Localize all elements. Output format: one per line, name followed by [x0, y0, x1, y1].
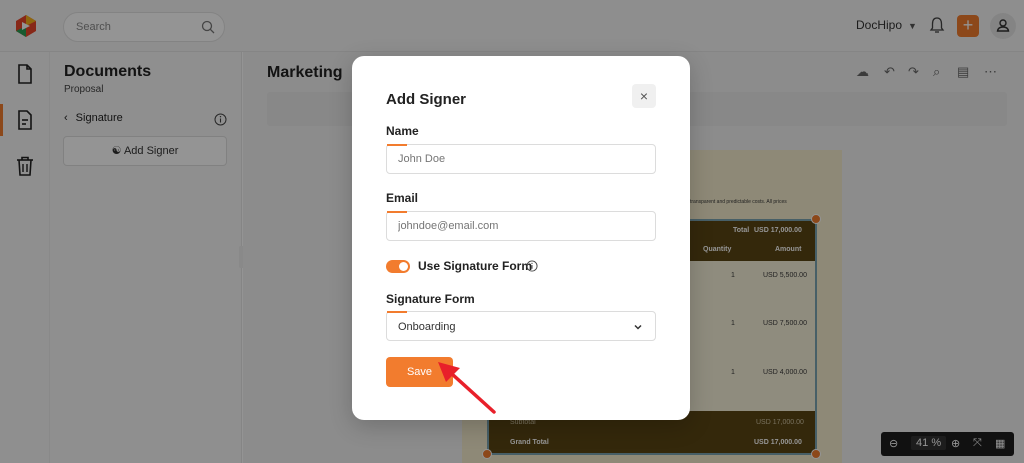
selected-form: Onboarding [398, 321, 456, 333]
name-input[interactable] [386, 144, 656, 174]
email-input-accent [387, 211, 407, 213]
close-icon: × [639, 88, 649, 104]
add-signer-dialog: Add Signer × Name Email Use Signature Fo… [352, 56, 690, 420]
toggle-label: Use Signature Form [418, 259, 533, 273]
chevron-down-icon [634, 324, 642, 330]
pointer-arrow-icon [438, 362, 496, 414]
info-icon[interactable] [526, 260, 538, 272]
close-button[interactable]: × [632, 84, 656, 108]
select-accent [387, 311, 407, 313]
name-input-accent [387, 144, 407, 146]
email-input[interactable] [386, 211, 656, 241]
signature-form-toggle[interactable] [386, 260, 410, 273]
name-label: Name [386, 124, 419, 138]
email-label: Email [386, 191, 419, 205]
signature-form-label: Signature Form [386, 292, 475, 306]
dialog-title: Add Signer [386, 91, 467, 108]
signature-form-select[interactable]: Onboarding [386, 311, 656, 341]
